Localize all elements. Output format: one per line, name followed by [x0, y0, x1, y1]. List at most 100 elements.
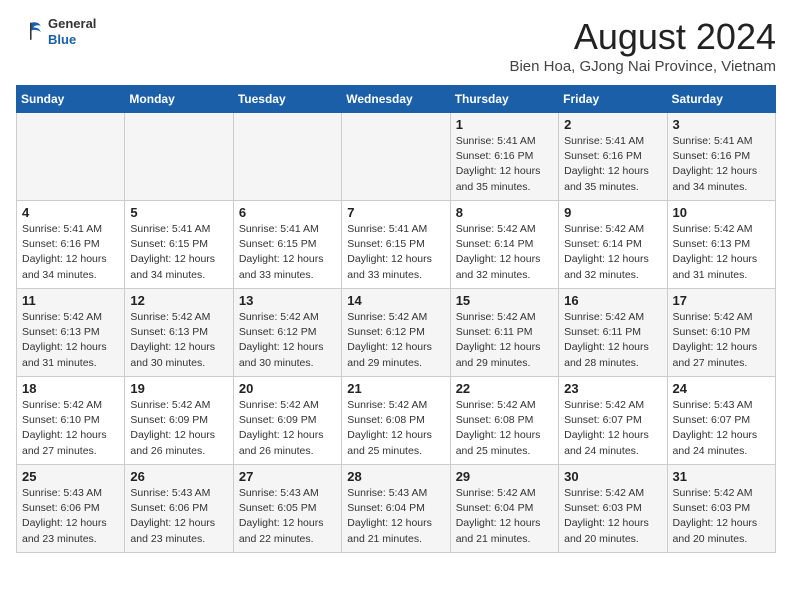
calendar-day-cell: 21 Sunrise: 5:42 AM Sunset: 6:08 PM Dayli… — [342, 377, 450, 465]
calendar-day-cell: 7 Sunrise: 5:41 AM Sunset: 6:15 PM Daylig… — [342, 201, 450, 289]
day-info: Sunrise: 5:41 AM Sunset: 6:16 PM Dayligh… — [564, 134, 661, 195]
day-info: Sunrise: 5:42 AM Sunset: 6:13 PM Dayligh… — [673, 222, 770, 283]
day-of-week-header: Tuesday — [233, 86, 341, 113]
day-of-week-header: Monday — [125, 86, 233, 113]
calendar-week-row: 1Sunrise: 5:41 AM Sunset: 6:16 PM Daylig… — [17, 113, 776, 201]
calendar-day-cell: 16 Sunrise: 5:42 AM Sunset: 6:11 PM Dayli… — [559, 289, 667, 377]
day-info: Sunrise: 5:43 AM Sunset: 6:07 PM Dayligh… — [673, 398, 770, 459]
calendar-day-cell: 10 Sunrise: 5:42 AM Sunset: 6:13 PM Dayli… — [667, 201, 775, 289]
calendar-day-cell: 26 Sunrise: 5:43 AM Sunset: 6:06 PM Dayli… — [125, 465, 233, 553]
calendar-day-cell: 8 Sunrise: 5:42 AM Sunset: 6:14 PM Daylig… — [450, 201, 558, 289]
calendar-day-cell: 24 Sunrise: 5:43 AM Sunset: 6:07 PM Dayli… — [667, 377, 775, 465]
day-number: 20 — [239, 381, 336, 396]
day-info: Sunrise: 5:43 AM Sunset: 6:05 PM Dayligh… — [239, 486, 336, 547]
calendar-day-cell: 1Sunrise: 5:41 AM Sunset: 6:16 PM Daylig… — [450, 113, 558, 201]
day-of-week-header: Friday — [559, 86, 667, 113]
calendar-day-cell: 30 Sunrise: 5:42 AM Sunset: 6:03 PM Dayli… — [559, 465, 667, 553]
day-info: Sunrise: 5:42 AM Sunset: 6:09 PM Dayligh… — [130, 398, 227, 459]
calendar-day-cell: 3Sunrise: 5:41 AM Sunset: 6:16 PM Daylig… — [667, 113, 775, 201]
calendar-day-cell: 23 Sunrise: 5:42 AM Sunset: 6:07 PM Dayli… — [559, 377, 667, 465]
day-info: Sunrise: 5:42 AM Sunset: 6:11 PM Dayligh… — [456, 310, 553, 371]
calendar-day-cell: 17 Sunrise: 5:42 AM Sunset: 6:10 PM Dayli… — [667, 289, 775, 377]
subtitle: Bien Hoa, GJong Nai Province, Vietnam — [509, 58, 776, 75]
calendar-week-row: 25 Sunrise: 5:43 AM Sunset: 6:06 PM Dayli… — [17, 465, 776, 553]
day-number: 14 — [347, 293, 444, 308]
day-number: 5 — [130, 205, 227, 220]
day-info: Sunrise: 5:42 AM Sunset: 6:08 PM Dayligh… — [456, 398, 553, 459]
calendar-day-cell: 2 Sunrise: 5:41 AM Sunset: 6:16 PM Daylig… — [559, 113, 667, 201]
page-header: General Blue August 2024 Bien Hoa, GJong… — [16, 16, 776, 75]
day-info: Sunrise: 5:41 AM Sunset: 6:16 PM Dayligh… — [456, 134, 553, 195]
day-number: 25 — [22, 469, 119, 484]
day-number: 28 — [347, 469, 444, 484]
day-number: 21 — [347, 381, 444, 396]
day-number: 4 — [22, 205, 119, 220]
day-info: Sunrise: 5:41 AM Sunset: 6:16 PM Dayligh… — [22, 222, 119, 283]
day-info: Sunrise: 5:42 AM Sunset: 6:09 PM Dayligh… — [239, 398, 336, 459]
calendar-day-cell: 5Sunrise: 5:41 AM Sunset: 6:15 PM Daylig… — [125, 201, 233, 289]
day-number: 12 — [130, 293, 227, 308]
day-info: Sunrise: 5:42 AM Sunset: 6:13 PM Dayligh… — [22, 310, 119, 371]
day-info: Sunrise: 5:42 AM Sunset: 6:08 PM Dayligh… — [347, 398, 444, 459]
day-number: 22 — [456, 381, 553, 396]
day-info: Sunrise: 5:42 AM Sunset: 6:07 PM Dayligh… — [564, 398, 661, 459]
title-area: August 2024 Bien Hoa, GJong Nai Province… — [509, 16, 776, 75]
day-info: Sunrise: 5:41 AM Sunset: 6:16 PM Dayligh… — [673, 134, 770, 195]
calendar-day-cell: 19 Sunrise: 5:42 AM Sunset: 6:09 PM Dayli… — [125, 377, 233, 465]
calendar-day-cell: 20 Sunrise: 5:42 AM Sunset: 6:09 PM Dayli… — [233, 377, 341, 465]
day-info: Sunrise: 5:42 AM Sunset: 6:03 PM Dayligh… — [564, 486, 661, 547]
day-info: Sunrise: 5:41 AM Sunset: 6:15 PM Dayligh… — [347, 222, 444, 283]
day-number: 10 — [673, 205, 770, 220]
day-number: 13 — [239, 293, 336, 308]
calendar-table: SundayMondayTuesdayWednesdayThursdayFrid… — [16, 85, 776, 553]
day-number: 11 — [22, 293, 119, 308]
calendar-day-cell — [233, 113, 341, 201]
day-info: Sunrise: 5:42 AM Sunset: 6:12 PM Dayligh… — [347, 310, 444, 371]
calendar-day-cell — [125, 113, 233, 201]
day-number: 27 — [239, 469, 336, 484]
calendar-week-row: 18Sunrise: 5:42 AM Sunset: 6:10 PM Dayli… — [17, 377, 776, 465]
logo-icon — [16, 18, 44, 46]
day-number: 23 — [564, 381, 661, 396]
day-number: 8 — [456, 205, 553, 220]
calendar-week-row: 11 Sunrise: 5:42 AM Sunset: 6:13 PM Dayli… — [17, 289, 776, 377]
day-of-week-header: Thursday — [450, 86, 558, 113]
day-number: 17 — [673, 293, 770, 308]
day-number: 26 — [130, 469, 227, 484]
day-info: Sunrise: 5:43 AM Sunset: 6:06 PM Dayligh… — [22, 486, 119, 547]
day-of-week-header: Saturday — [667, 86, 775, 113]
calendar-header-row: SundayMondayTuesdayWednesdayThursdayFrid… — [17, 86, 776, 113]
day-number: 2 — [564, 117, 661, 132]
day-number: 30 — [564, 469, 661, 484]
main-title: August 2024 — [509, 16, 776, 58]
calendar-day-cell: 15Sunrise: 5:42 AM Sunset: 6:11 PM Dayli… — [450, 289, 558, 377]
day-number: 31 — [673, 469, 770, 484]
calendar-day-cell: 22 Sunrise: 5:42 AM Sunset: 6:08 PM Dayli… — [450, 377, 558, 465]
day-info: Sunrise: 5:43 AM Sunset: 6:06 PM Dayligh… — [130, 486, 227, 547]
day-number: 16 — [564, 293, 661, 308]
calendar-day-cell: 6Sunrise: 5:41 AM Sunset: 6:15 PM Daylig… — [233, 201, 341, 289]
day-number: 19 — [130, 381, 227, 396]
day-info: Sunrise: 5:42 AM Sunset: 6:13 PM Dayligh… — [130, 310, 227, 371]
calendar-day-cell: 25 Sunrise: 5:43 AM Sunset: 6:06 PM Dayli… — [17, 465, 125, 553]
calendar-day-cell: 11 Sunrise: 5:42 AM Sunset: 6:13 PM Dayli… — [17, 289, 125, 377]
day-info: Sunrise: 5:42 AM Sunset: 6:11 PM Dayligh… — [564, 310, 661, 371]
calendar-day-cell — [17, 113, 125, 201]
day-info: Sunrise: 5:41 AM Sunset: 6:15 PM Dayligh… — [239, 222, 336, 283]
day-info: Sunrise: 5:42 AM Sunset: 6:10 PM Dayligh… — [673, 310, 770, 371]
day-of-week-header: Wednesday — [342, 86, 450, 113]
day-info: Sunrise: 5:42 AM Sunset: 6:03 PM Dayligh… — [673, 486, 770, 547]
day-number: 24 — [673, 381, 770, 396]
calendar-day-cell: 14 Sunrise: 5:42 AM Sunset: 6:12 PM Dayli… — [342, 289, 450, 377]
day-info: Sunrise: 5:42 AM Sunset: 6:14 PM Dayligh… — [456, 222, 553, 283]
logo-general-text: General — [48, 16, 96, 32]
day-info: Sunrise: 5:42 AM Sunset: 6:12 PM Dayligh… — [239, 310, 336, 371]
day-info: Sunrise: 5:43 AM Sunset: 6:04 PM Dayligh… — [347, 486, 444, 547]
logo-blue-text: Blue — [48, 32, 96, 48]
day-info: Sunrise: 5:42 AM Sunset: 6:10 PM Dayligh… — [22, 398, 119, 459]
logo: General Blue — [16, 16, 96, 47]
calendar-week-row: 4 Sunrise: 5:41 AM Sunset: 6:16 PM Daylig… — [17, 201, 776, 289]
calendar-day-cell: 12 Sunrise: 5:42 AM Sunset: 6:13 PM Dayli… — [125, 289, 233, 377]
day-number: 29 — [456, 469, 553, 484]
day-number: 7 — [347, 205, 444, 220]
